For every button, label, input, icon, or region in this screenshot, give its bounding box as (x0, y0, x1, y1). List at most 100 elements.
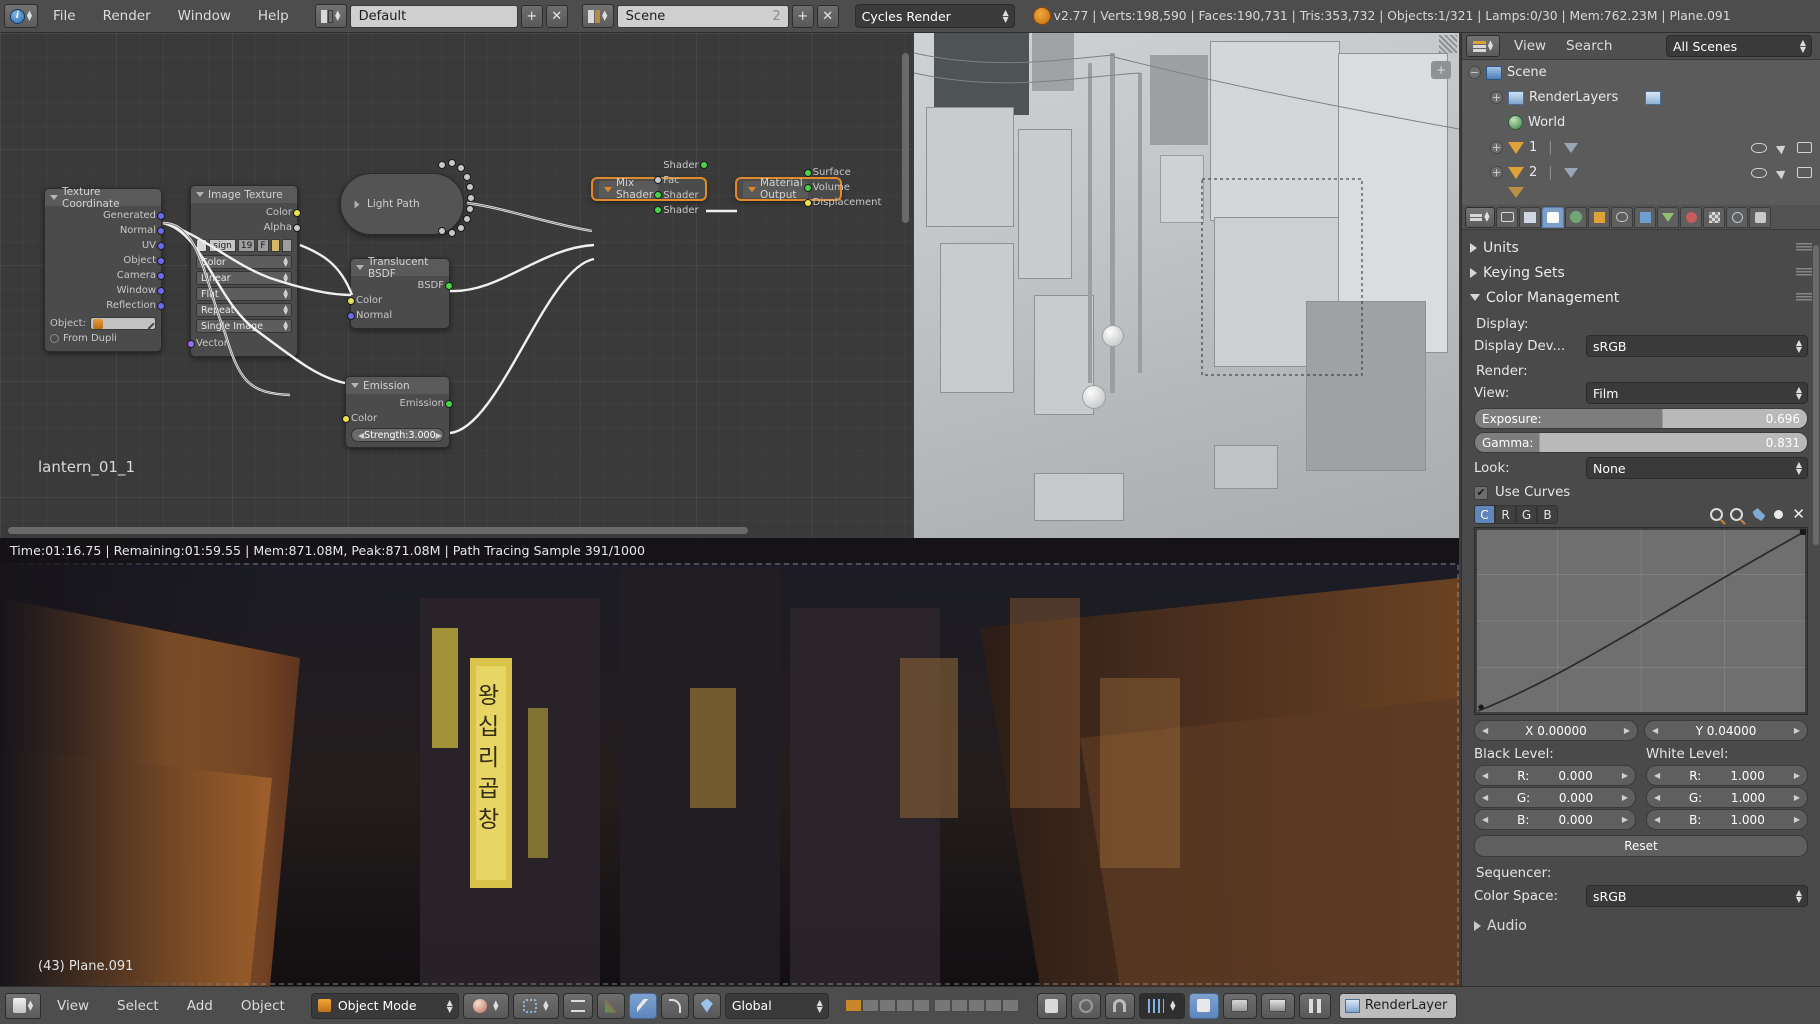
tab-world[interactable] (1565, 206, 1587, 228)
projection-select[interactable]: Flat ▲ ▼ (196, 287, 292, 301)
input-socket-vector[interactable] (187, 339, 195, 348)
properties-scrollbar[interactable] (1813, 245, 1819, 545)
blender-logo-icon[interactable]: i ▲ ▼ (4, 4, 38, 28)
zoom-in-icon[interactable] (1710, 508, 1727, 525)
curve-widget[interactable] (1474, 527, 1808, 715)
output-socket-emission[interactable] (445, 399, 453, 408)
opengl-render-animation-button[interactable] (1260, 992, 1295, 1019)
light-path-output-sockets[interactable] (430, 159, 480, 245)
node-header[interactable]: Material Output (743, 177, 808, 201)
zoom-out-icon[interactable] (1730, 508, 1747, 525)
node-socket-row[interactable]: BSDF (356, 278, 453, 293)
render-result-editor[interactable]: 고 갈 비 전문점 왕십리 곱창 (0, 538, 1459, 986)
black-level-g[interactable]: ◀ G: 0.000 ▶ (1474, 787, 1636, 808)
node-socket-row[interactable]: Color (196, 205, 301, 220)
output-socket[interactable] (157, 271, 165, 280)
node-socket-row[interactable]: Alpha (196, 220, 301, 235)
output-socket[interactable] (157, 226, 165, 235)
strength-value-field[interactable]: ◀ Strength: 3.000 ▶ (351, 428, 444, 442)
outliner-row-partial[interactable] (1462, 185, 1820, 199)
render-engine-select[interactable]: Cycles Render ▲ ▼ (854, 4, 1015, 28)
image-fake-user-button[interactable]: F (257, 239, 269, 252)
panel-header-color-management[interactable]: Color Management (1462, 285, 1820, 310)
output-socket[interactable] (157, 301, 165, 310)
lock-scene-button[interactable] (1036, 992, 1067, 1019)
node-socket-row[interactable]: Color (347, 293, 444, 308)
eye-icon[interactable] (1751, 142, 1767, 153)
tab-data[interactable] (1657, 206, 1679, 228)
scene-icon[interactable]: ▲ ▼ (581, 4, 614, 28)
expand-toggle-icon[interactable]: − (1468, 66, 1481, 79)
tab-object[interactable] (1588, 206, 1610, 228)
tab-modifiers[interactable] (1634, 206, 1656, 228)
node-material-output[interactable]: Material Output Surface Volume Displacem… (736, 167, 881, 208)
reset-curves-button[interactable]: Reset (1474, 835, 1808, 857)
from-dupli-row[interactable]: From Dupli (50, 331, 156, 346)
3d-viewport[interactable]: + (914, 33, 1459, 538)
pivot-point-button[interactable]: ▲ ▼ (512, 992, 559, 1019)
input-socket-color[interactable] (347, 296, 355, 305)
node-socket-row[interactable]: Camera (50, 268, 165, 283)
input-socket-volume[interactable] (803, 183, 812, 192)
node-editor-vertical-scrollbar[interactable] (902, 53, 909, 223)
outliner-display-icon[interactable]: ▲ ▼ (1466, 35, 1500, 57)
extra-manipulator-button[interactable] (692, 992, 721, 1019)
expand-toggle-icon[interactable]: + (1490, 141, 1503, 154)
collapse-triangle-icon[interactable] (196, 192, 204, 197)
tab-physics[interactable] (1726, 206, 1748, 228)
properties-editor-type-icon[interactable]: ▲ ▼ (1465, 206, 1495, 228)
image-unlink-icon[interactable] (282, 239, 292, 252)
curve-channel-b[interactable]: B (1537, 505, 1558, 524)
menu-window[interactable]: Window (166, 3, 243, 29)
cursor-select-icon[interactable] (1775, 141, 1789, 154)
manipulator-toggle-button[interactable] (562, 992, 593, 1019)
node-translucent-bsdf[interactable]: Translucent BSDF BSDF Color Normal (347, 256, 453, 329)
node-socket-row[interactable]: Shader (654, 203, 699, 218)
input-socket-displacement[interactable] (803, 198, 812, 207)
node-header[interactable]: Emission (346, 377, 449, 394)
image-name-field[interactable]: sign (209, 239, 236, 252)
curve-channel-r[interactable]: R (1495, 505, 1516, 524)
add-menu[interactable]: Add (175, 993, 225, 1019)
renderlayer-copy-icon[interactable] (1645, 90, 1662, 105)
node-socket-row[interactable]: Vector (187, 336, 292, 351)
output-socket[interactable] (157, 256, 165, 265)
render-slot-field[interactable]: RenderLayer (1338, 992, 1458, 1019)
collapse-triangle-icon[interactable] (604, 186, 612, 192)
node-socket-row[interactable]: Displacement (803, 195, 881, 210)
node-texture-coordinate[interactable]: Texture Coordinate Generated Normal UV O… (44, 186, 165, 352)
curve-point-y-field[interactable]: ◀ Y 0.04000 ▶ (1644, 720, 1808, 741)
node-emission[interactable]: Emission Emission Color ◀ Strength: 3.00… (342, 376, 453, 448)
node-header[interactable]: Translucent BSDF (351, 256, 449, 280)
output-socket-shader[interactable] (699, 161, 708, 169)
node-socket-row[interactable]: Window (50, 283, 165, 298)
interpolation-select[interactable]: Linear ▲ ▼ (196, 271, 292, 285)
tab-scene[interactable] (1542, 206, 1564, 228)
delete-screen-layout-button[interactable]: ✕ (545, 4, 568, 28)
translate-manipulator-button[interactable] (596, 992, 625, 1019)
add-screen-layout-button[interactable]: + (520, 4, 543, 28)
node-socket-row[interactable]: Shader (663, 158, 708, 173)
outliner-editor[interactable]: ▲ ▼ View Search All Scenes ▲ ▼ − Scene + Re… (1461, 33, 1820, 205)
point-icon[interactable] (1774, 510, 1784, 519)
panel-header-keying-sets[interactable]: Keying Sets (1462, 260, 1820, 285)
layer-cell[interactable] (1001, 999, 1019, 1012)
node-socket-row[interactable]: Volume (803, 180, 882, 195)
layer-cell[interactable] (912, 999, 930, 1012)
node-header[interactable]: Texture Coordinate (45, 186, 161, 210)
layer-cell[interactable] (861, 999, 879, 1012)
delete-icon[interactable]: ✕ (1792, 507, 1805, 522)
camera-render-icon[interactable] (1797, 167, 1812, 178)
black-level-b[interactable]: ◀ B: 0.000 ▶ (1474, 809, 1636, 830)
source-select[interactable]: Single Image ▲ ▼ (196, 319, 292, 333)
layer-cell[interactable] (895, 999, 913, 1012)
use-curves-checkbox[interactable]: ✔ (1474, 485, 1488, 500)
add-scene-button[interactable]: + (791, 4, 814, 28)
eye-icon[interactable] (1751, 167, 1767, 178)
node-socket-row[interactable]: Reflection (50, 298, 165, 313)
input-socket-shader-1[interactable] (654, 191, 663, 199)
node-image-texture[interactable]: Image Texture Color Alpha sign 19 F Colo… (187, 185, 301, 357)
color-space-select[interactable]: Color ▲ ▼ (196, 255, 292, 269)
layer-cell[interactable] (878, 999, 896, 1012)
outliner-row-scene[interactable]: − Scene (1462, 60, 1820, 85)
